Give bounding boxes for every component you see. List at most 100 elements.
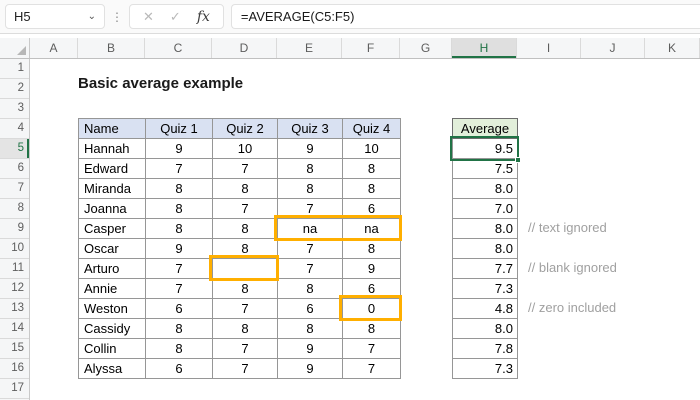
name-cell[interactable]: Alyssa: [78, 358, 146, 379]
row-header-5[interactable]: 5: [0, 139, 29, 159]
name-cell[interactable]: Weston: [78, 298, 146, 319]
score-cell[interactable]: 7: [277, 198, 343, 219]
row-header-2[interactable]: 2: [0, 79, 29, 99]
score-cell[interactable]: 10: [342, 138, 401, 159]
column-header-E[interactable]: E: [277, 38, 342, 58]
select-all-corner[interactable]: [0, 38, 30, 58]
name-box[interactable]: H5 ⌄: [5, 4, 105, 29]
name-cell[interactable]: Hannah: [78, 138, 146, 159]
insert-function-icon[interactable]: fx: [197, 9, 210, 25]
average-cell[interactable]: 8.0: [452, 178, 518, 199]
average-cell[interactable]: 8.0: [452, 218, 518, 239]
column-header-F[interactable]: F: [342, 38, 400, 58]
score-cell[interactable]: 8: [145, 178, 213, 199]
row-header-10[interactable]: 10: [0, 239, 29, 259]
average-cell[interactable]: 7.0: [452, 198, 518, 219]
header-cell[interactable]: Quiz 4: [342, 118, 401, 139]
column-header-H[interactable]: H: [452, 38, 517, 58]
score-cell[interactable]: 6: [277, 298, 343, 319]
score-cell[interactable]: na: [277, 218, 343, 239]
cancel-icon[interactable]: ✕: [143, 9, 154, 25]
score-cell[interactable]: 9: [277, 358, 343, 379]
score-cell[interactable]: 8: [342, 318, 401, 339]
name-cell[interactable]: Collin: [78, 338, 146, 359]
score-cell[interactable]: 8: [277, 318, 343, 339]
score-cell[interactable]: 9: [277, 138, 343, 159]
score-cell[interactable]: 7: [212, 358, 278, 379]
score-cell[interactable]: 7: [277, 258, 343, 279]
score-cell[interactable]: 9: [342, 258, 401, 279]
formula-input[interactable]: =AVERAGE(C5:F5): [230, 4, 700, 29]
average-cell[interactable]: 7.5: [452, 158, 518, 179]
column-header-D[interactable]: D: [212, 38, 277, 58]
score-cell[interactable]: 6: [342, 198, 401, 219]
average-cell[interactable]: 7.8: [452, 338, 518, 359]
name-cell[interactable]: Joanna: [78, 198, 146, 219]
score-cell[interactable]: 6: [145, 358, 213, 379]
score-cell[interactable]: 8: [145, 198, 213, 219]
average-cell[interactable]: 7.3: [452, 278, 518, 299]
score-cell[interactable]: na: [342, 218, 401, 239]
score-cell[interactable]: 7: [145, 258, 213, 279]
score-cell[interactable]: 10: [212, 138, 278, 159]
score-cell[interactable]: 6: [342, 278, 401, 299]
row-header-16[interactable]: 16: [0, 359, 29, 379]
row-header-1[interactable]: 1: [0, 59, 29, 79]
row-header-6[interactable]: 6: [0, 159, 29, 179]
score-cell[interactable]: 7: [342, 338, 401, 359]
row-header-14[interactable]: 14: [0, 319, 29, 339]
average-cell[interactable]: 4.8: [452, 298, 518, 319]
average-cell[interactable]: 7.7: [452, 258, 518, 279]
name-cell[interactable]: Arturo: [78, 258, 146, 279]
sheet-area[interactable]: Basic average example Name Quiz 1 Quiz 2 Qu…: [30, 59, 700, 400]
header-cell[interactable]: Quiz 3: [277, 118, 343, 139]
score-cell[interactable]: 7: [212, 198, 278, 219]
score-cell[interactable]: 8: [212, 218, 278, 239]
row-header-15[interactable]: 15: [0, 339, 29, 359]
score-cell[interactable]: 7: [277, 238, 343, 259]
score-cell[interactable]: 7: [145, 278, 213, 299]
score-cell[interactable]: 9: [145, 138, 213, 159]
score-cell[interactable]: 8: [277, 278, 343, 299]
column-header-C[interactable]: C: [145, 38, 212, 58]
score-cell[interactable]: [212, 258, 278, 279]
score-cell[interactable]: 8: [342, 158, 401, 179]
average-cell[interactable]: 8.0: [452, 318, 518, 339]
score-cell[interactable]: 8: [212, 238, 278, 259]
score-cell[interactable]: 8: [145, 338, 213, 359]
header-cell[interactable]: Quiz 2: [212, 118, 278, 139]
row-header-4[interactable]: 4: [0, 119, 29, 139]
row-header-7[interactable]: 7: [0, 179, 29, 199]
score-cell[interactable]: 7: [212, 298, 278, 319]
score-cell[interactable]: 8: [145, 318, 213, 339]
enter-icon[interactable]: ✓: [170, 9, 181, 25]
row-header-3[interactable]: 3: [0, 99, 29, 119]
column-header-I[interactable]: I: [517, 38, 581, 58]
average-cell[interactable]: 7.3: [452, 358, 518, 379]
score-cell[interactable]: 8: [212, 178, 278, 199]
score-cell[interactable]: 8: [212, 278, 278, 299]
score-cell[interactable]: 8: [212, 318, 278, 339]
score-cell[interactable]: 9: [145, 238, 213, 259]
score-cell[interactable]: 7: [212, 338, 278, 359]
name-cell[interactable]: Annie: [78, 278, 146, 299]
column-header-G[interactable]: G: [400, 38, 452, 58]
chevron-down-icon[interactable]: ⌄: [88, 11, 96, 22]
score-cell[interactable]: 7: [342, 358, 401, 379]
score-cell[interactable]: 8: [145, 218, 213, 239]
score-cell[interactable]: 0: [342, 298, 401, 319]
score-cell[interactable]: 8: [342, 178, 401, 199]
column-header-K[interactable]: K: [645, 38, 700, 58]
row-header-8[interactable]: 8: [0, 199, 29, 219]
row-header-11[interactable]: 11: [0, 259, 29, 279]
row-header-13[interactable]: 13: [0, 299, 29, 319]
column-header-J[interactable]: J: [581, 38, 645, 58]
name-cell[interactable]: Cassidy: [78, 318, 146, 339]
score-cell[interactable]: 8: [277, 158, 343, 179]
name-cell[interactable]: Casper: [78, 218, 146, 239]
name-cell[interactable]: Edward: [78, 158, 146, 179]
score-cell[interactable]: 6: [145, 298, 213, 319]
average-cell[interactable]: 8.0: [452, 238, 518, 259]
score-cell[interactable]: 7: [145, 158, 213, 179]
score-cell[interactable]: 8: [277, 178, 343, 199]
